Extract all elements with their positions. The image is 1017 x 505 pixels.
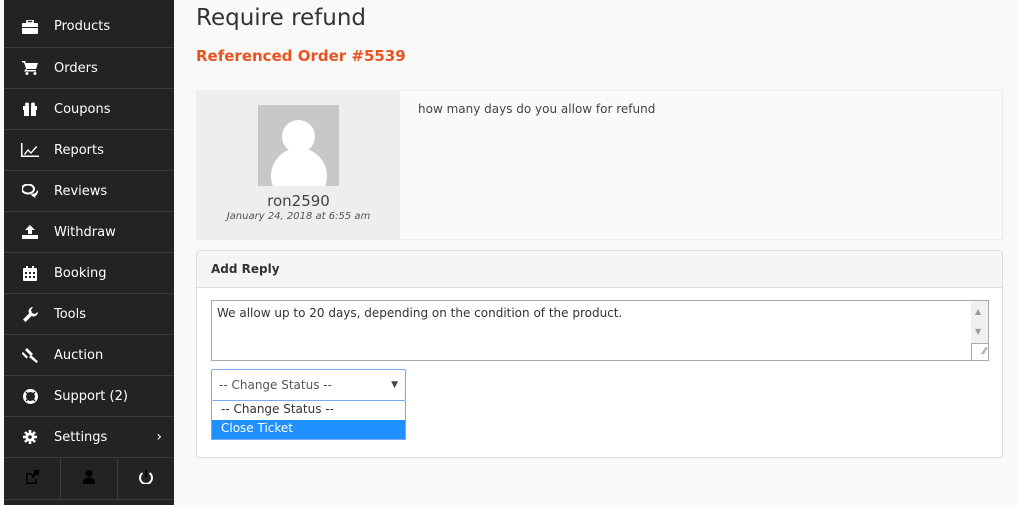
sidebar-item-label: Support (2) bbox=[54, 388, 128, 404]
resize-handle-icon[interactable]: ⁄⁄ bbox=[971, 343, 988, 360]
ticket-message: ron2590 January 24, 2018 at 6:55 am how … bbox=[196, 90, 1003, 240]
lifebuoy-icon bbox=[20, 388, 40, 404]
message-text: how many days do you allow for refund bbox=[400, 91, 1002, 239]
sidebar-item-label: Orders bbox=[54, 60, 98, 76]
cart-icon bbox=[20, 61, 40, 75]
upload-icon bbox=[20, 225, 40, 239]
sidebar: Products Orders Coupons Reports Reviews … bbox=[4, 0, 174, 505]
sidebar-item-label: Products bbox=[54, 19, 111, 34]
sidebar-item-products[interactable]: Products bbox=[4, 0, 174, 48]
sidebar-item-coupons[interactable]: Coupons bbox=[4, 89, 174, 130]
avatar bbox=[258, 105, 339, 186]
sidebar-item-booking[interactable]: Booking bbox=[4, 253, 174, 294]
author-name: ron2590 bbox=[267, 192, 330, 210]
sidebar-item-label: Settings bbox=[54, 429, 108, 445]
message-author: ron2590 January 24, 2018 at 6:55 am bbox=[197, 91, 400, 239]
sidebar-item-support[interactable]: Support (2) bbox=[4, 376, 174, 417]
gift-icon bbox=[20, 102, 40, 116]
sidebar-item-tools[interactable]: Tools bbox=[4, 294, 174, 335]
sidebar-item-reviews[interactable]: Reviews bbox=[4, 171, 174, 212]
gavel-icon bbox=[20, 347, 40, 363]
sidebar-item-label: Booking bbox=[54, 265, 107, 281]
power-icon bbox=[139, 469, 153, 488]
sidebar-item-label: Tools bbox=[54, 306, 87, 322]
message-date: January 24, 2018 at 6:55 am bbox=[226, 211, 371, 222]
status-option-change-status[interactable]: -- Change Status -- bbox=[212, 401, 405, 420]
logout-button[interactable] bbox=[118, 458, 174, 499]
user-icon bbox=[83, 469, 95, 488]
sidebar-item-label: Auction bbox=[54, 347, 104, 363]
status-select[interactable]: -- Change Status -- ▼ bbox=[211, 369, 406, 401]
comments-icon bbox=[20, 184, 40, 198]
status-dropdown: -- Change Status -- Close Ticket bbox=[211, 401, 406, 440]
reply-textarea[interactable]: We allow up to 20 days, depending on the… bbox=[211, 300, 989, 361]
sidebar-item-orders[interactable]: Orders bbox=[4, 48, 174, 89]
external-link-icon bbox=[25, 469, 39, 488]
reply-text: We allow up to 20 days, depending on the… bbox=[217, 306, 623, 320]
gear-icon bbox=[20, 430, 40, 444]
sidebar-item-label: Reviews bbox=[54, 183, 108, 199]
add-reply-heading: Add Reply bbox=[197, 251, 1002, 288]
scroll-down-icon[interactable]: ▼ bbox=[975, 327, 981, 336]
page-title: Require refund bbox=[196, 5, 367, 31]
sidebar-item-reports[interactable]: Reports bbox=[4, 130, 174, 171]
visit-store-button[interactable] bbox=[4, 458, 61, 499]
chevron-right-icon: › bbox=[156, 429, 162, 445]
status-option-close-ticket[interactable]: Close Ticket bbox=[212, 420, 405, 439]
scroll-up-icon[interactable]: ▲ bbox=[975, 307, 981, 316]
sidebar-item-settings[interactable]: Settings › bbox=[4, 417, 174, 458]
referenced-order-link[interactable]: Referenced Order #5539 bbox=[196, 47, 1003, 65]
caret-down-icon: ▼ bbox=[391, 380, 398, 390]
chart-line-icon bbox=[20, 143, 40, 157]
briefcase-icon bbox=[20, 19, 40, 34]
main-content: Require refund Referenced Order #5539 ro… bbox=[196, 0, 1003, 458]
sidebar-item-label: Coupons bbox=[54, 101, 111, 117]
wrench-icon bbox=[20, 306, 40, 322]
add-reply-panel: Add Reply We allow up to 20 days, depend… bbox=[196, 250, 1003, 458]
sidebar-bottom-bar bbox=[4, 458, 174, 500]
profile-button[interactable] bbox=[61, 458, 118, 499]
sidebar-item-auction[interactable]: Auction bbox=[4, 335, 174, 376]
sidebar-item-label: Reports bbox=[54, 142, 104, 158]
status-select-value: -- Change Status -- bbox=[219, 378, 332, 392]
sidebar-item-withdraw[interactable]: Withdraw bbox=[4, 212, 174, 253]
calendar-icon bbox=[20, 265, 40, 281]
sidebar-item-label: Withdraw bbox=[54, 224, 116, 240]
